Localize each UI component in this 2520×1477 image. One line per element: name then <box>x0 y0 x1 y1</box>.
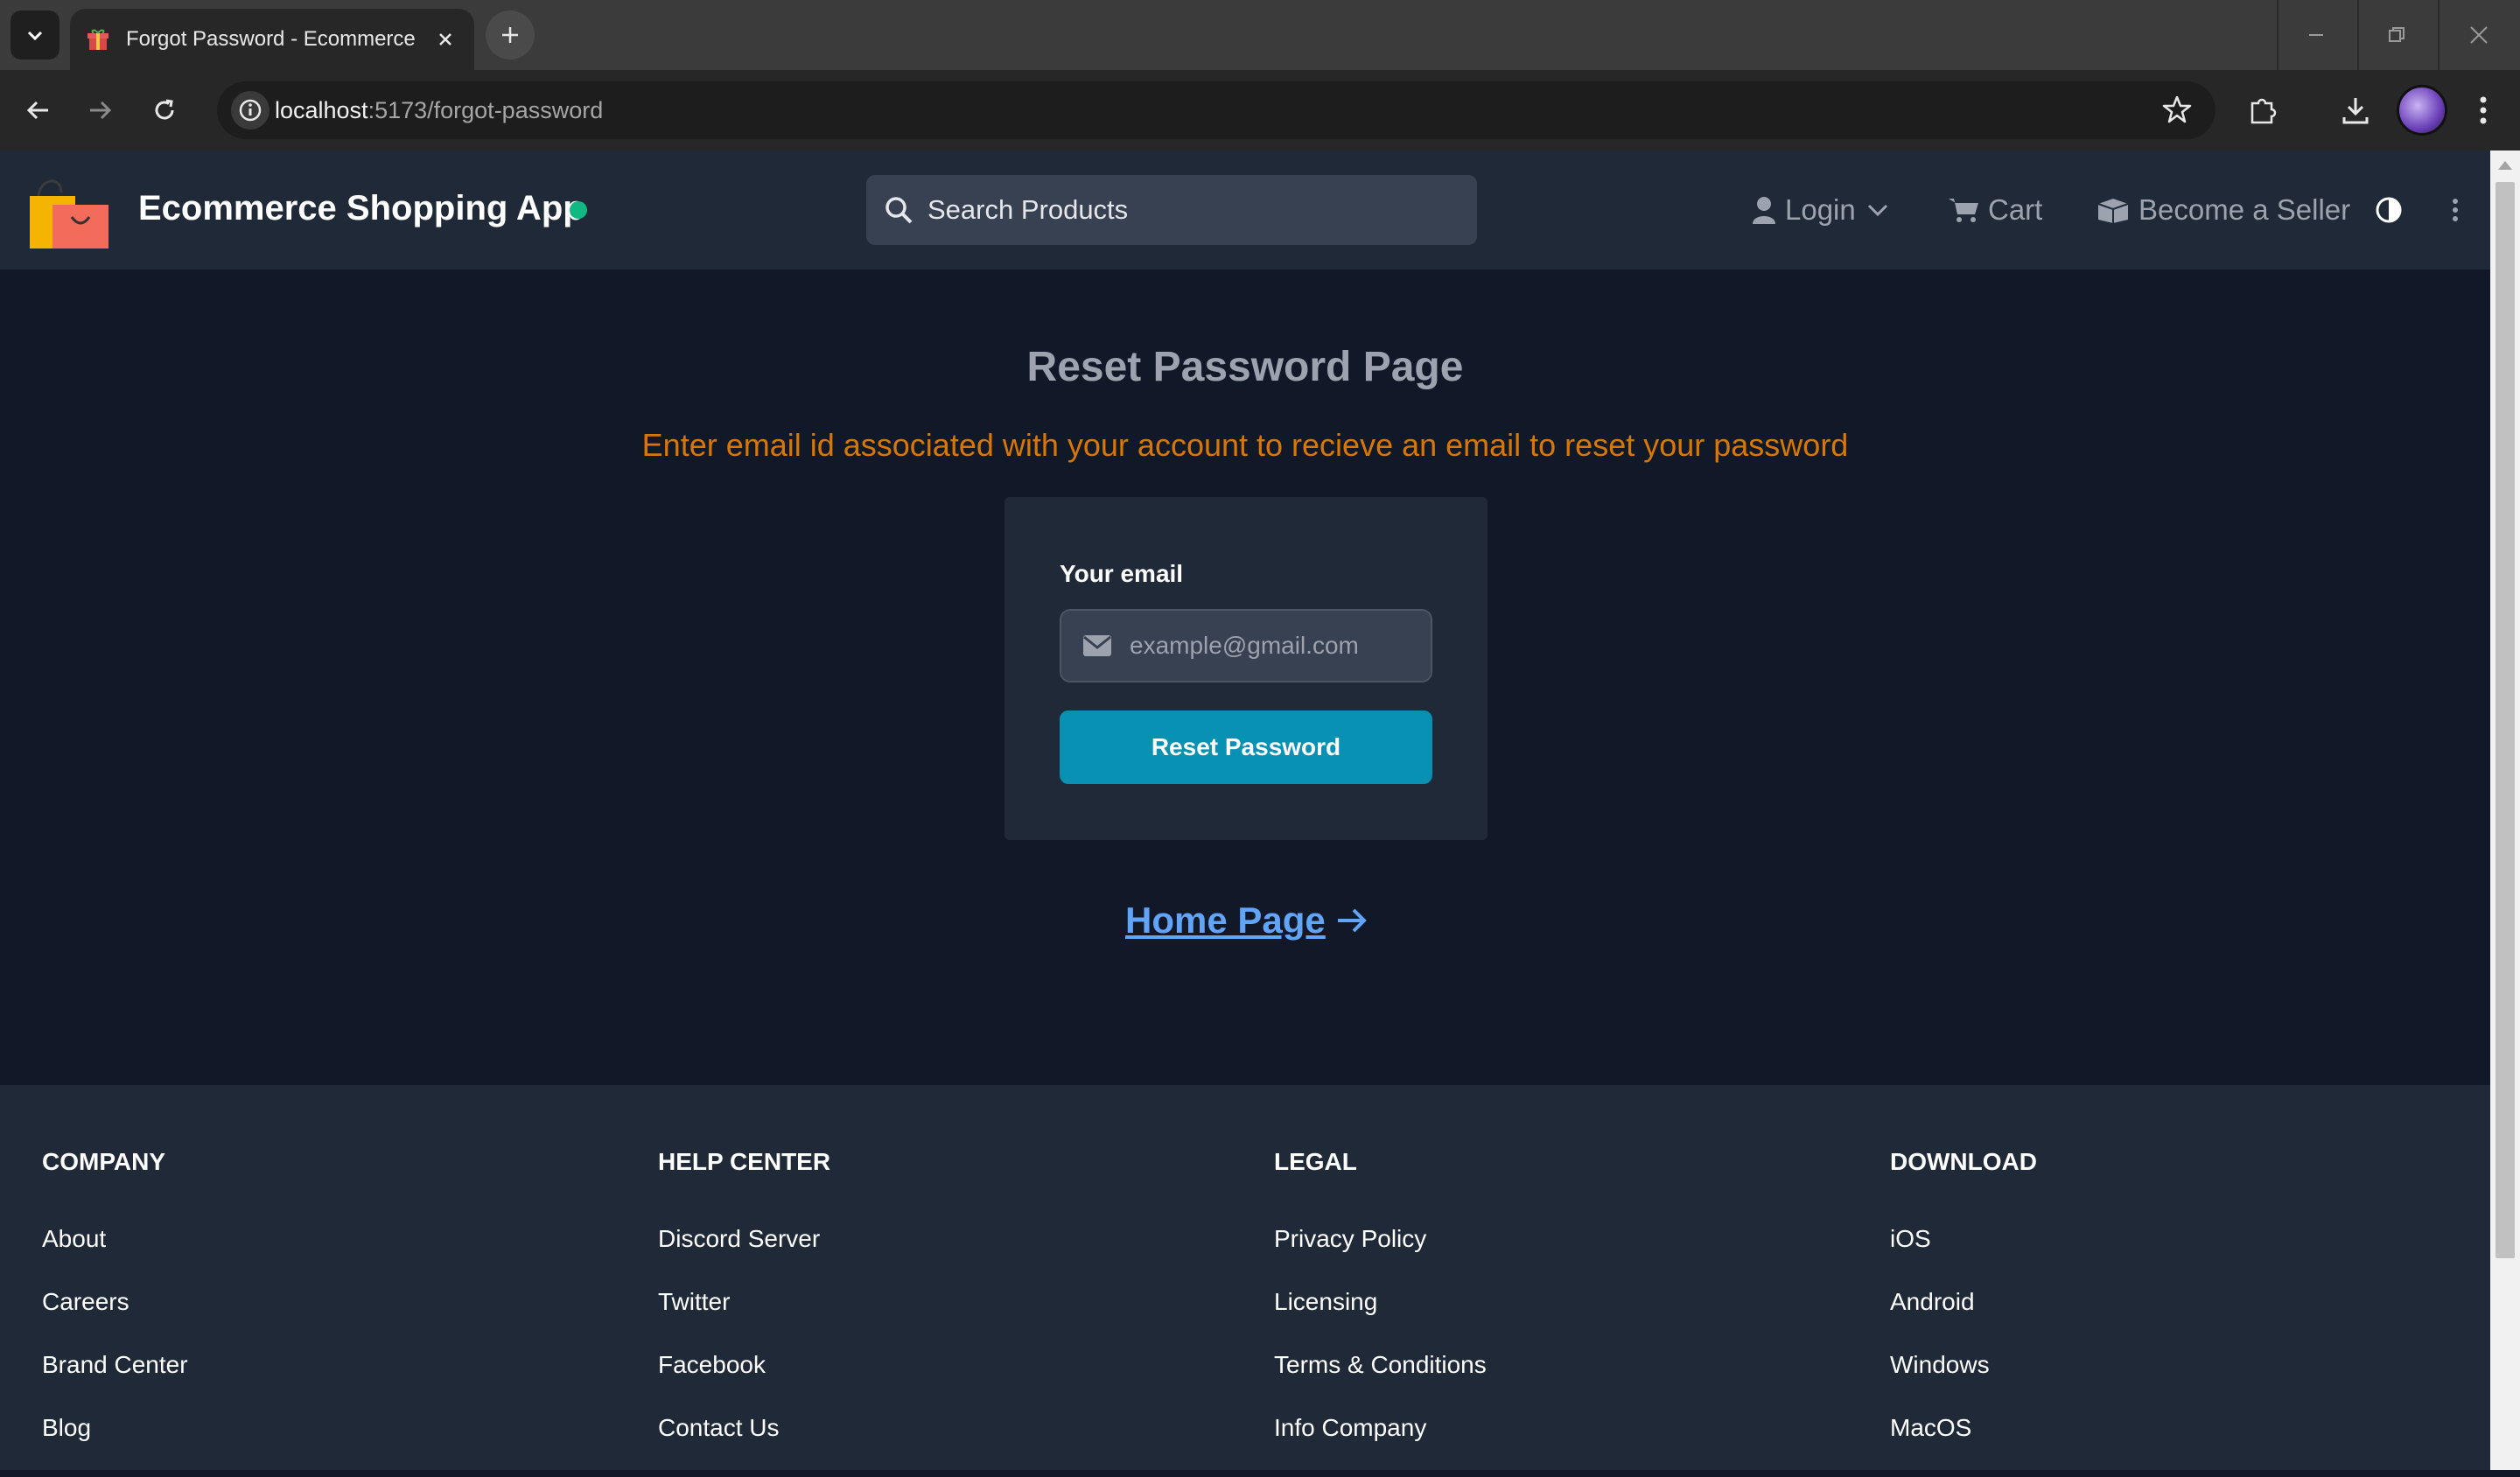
contrast-icon <box>2376 197 2402 223</box>
kebab-menu-icon <box>2453 199 2458 221</box>
kebab-menu-icon <box>2480 96 2487 124</box>
search-placeholder: Search Products <box>928 194 1129 225</box>
browser-tab-strip: Forgot Password - Ecommerce Shopping App <box>0 0 2520 70</box>
address-bar[interactable]: localhost:5173/forgot-password <box>217 81 2216 139</box>
footer-link-facebook[interactable]: Facebook <box>658 1351 830 1414</box>
email-input[interactable] <box>1130 632 1418 660</box>
shopping-bag-logo-icon[interactable] <box>26 170 112 250</box>
footer-column-company: Company About Careers Brand Center Blog <box>42 1148 188 1477</box>
close-icon <box>2470 26 2488 44</box>
footer-link-careers[interactable]: Careers <box>42 1288 188 1351</box>
tab-title: Forgot Password - Ecommerce Shopping App <box>126 27 415 51</box>
footer-link-blog[interactable]: Blog <box>42 1414 188 1477</box>
seller-label: Become a Seller <box>2138 193 2351 226</box>
footer-column-title: Download <box>1890 1148 2037 1175</box>
chevron-down-icon <box>1867 204 1887 217</box>
forward-button[interactable] <box>75 86 124 135</box>
box-icon <box>2097 199 2129 223</box>
gift-favicon-icon <box>88 29 108 50</box>
arrow-right-icon <box>90 101 112 120</box>
puzzle-icon <box>2250 98 2277 124</box>
chevron-down-icon <box>27 31 43 41</box>
page-scrollbar[interactable] <box>2490 150 2520 1470</box>
arrow-left-icon <box>26 101 48 120</box>
footer-link-brand-center[interactable]: Brand Center <box>42 1351 188 1414</box>
more-options-button[interactable] <box>2452 186 2468 234</box>
login-label: Login <box>1785 193 1856 226</box>
cart-label: Cart <box>1988 193 2043 226</box>
url-host: localhost <box>275 96 368 123</box>
download-icon <box>2342 98 2369 124</box>
minimize-window-button[interactable] <box>2277 0 2356 70</box>
footer-column-title: Company <box>42 1148 166 1175</box>
profile-avatar[interactable] <box>2397 85 2447 136</box>
footer-column-legal: Legal Privacy Policy Licensing Terms & C… <box>1274 1148 1487 1477</box>
home-link-label: Home Page <box>1125 900 1326 941</box>
minimize-icon <box>2309 34 2323 36</box>
restore-icon <box>2389 27 2404 42</box>
page-title: Reset Password Page <box>1026 344 1464 390</box>
search-products-bar[interactable]: Search Products <box>866 175 1477 245</box>
scrollbar-thumb[interactable] <box>2496 182 2515 1258</box>
browser-menu-button[interactable] <box>2459 86 2508 135</box>
footer-link-about[interactable]: About <box>42 1225 188 1288</box>
brand-title[interactable]: Ecommerce Shopping App <box>138 189 584 228</box>
footer-link-terms[interactable]: Terms & Conditions <box>1274 1351 1487 1414</box>
reset-password-form: Your email Reset Password <box>1004 497 1488 840</box>
search-icon <box>886 197 913 224</box>
login-dropdown[interactable]: Login <box>1752 186 1900 234</box>
footer-link-android[interactable]: Android <box>1890 1288 2037 1351</box>
tab-search-button[interactable] <box>10 10 60 60</box>
footer-link-ios[interactable]: iOS <box>1890 1225 2037 1288</box>
reload-button[interactable] <box>140 86 189 135</box>
new-tab-button[interactable] <box>486 10 535 60</box>
downloads-button[interactable] <box>2331 86 2380 135</box>
envelope-icon <box>1083 635 1111 656</box>
footer-link-licensing[interactable]: Licensing <box>1274 1288 1487 1351</box>
footer-column-title: Help center <box>658 1148 831 1175</box>
footer-link-privacy-policy[interactable]: Privacy Policy <box>1274 1225 1487 1288</box>
bookmark-star-icon[interactable] <box>2161 94 2193 130</box>
tab-close-icon[interactable] <box>430 24 460 54</box>
scroll-up-arrow-icon[interactable] <box>2498 161 2512 170</box>
theme-toggle[interactable] <box>2375 186 2412 234</box>
app-navbar: Ecommerce Shopping App Search Products L… <box>0 150 2490 270</box>
online-status-dot <box>570 201 587 219</box>
footer-column-title: Legal <box>1274 1148 1357 1175</box>
user-icon <box>1753 197 1775 224</box>
close-window-button[interactable] <box>2440 0 2518 70</box>
footer-column-help-center: Help center Discord Server Twitter Faceb… <box>658 1148 830 1477</box>
reload-icon <box>155 99 174 120</box>
plus-icon <box>502 27 518 43</box>
email-label: Your email <box>1060 560 1184 587</box>
footer-link-info-company[interactable]: Info Company <box>1274 1414 1487 1477</box>
browser-toolbar: localhost:5173/forgot-password <box>0 70 2520 150</box>
arrow-right-icon <box>1337 908 1367 933</box>
extensions-button[interactable] <box>2238 86 2287 135</box>
page-subtitle: Enter email id associated with your acco… <box>641 427 1849 463</box>
site-info-icon[interactable] <box>231 91 270 130</box>
cart-icon <box>1949 199 1978 222</box>
restore-window-button[interactable] <box>2357 0 2436 70</box>
cart-link[interactable]: Cart <box>1948 186 2042 234</box>
footer-link-macos[interactable]: MacOS <box>1890 1414 2037 1477</box>
footer-link-twitter[interactable]: Twitter <box>658 1288 830 1351</box>
footer-link-discord[interactable]: Discord Server <box>658 1225 830 1288</box>
footer-link-contact-us[interactable]: Contact Us <box>658 1414 830 1477</box>
become-seller-link[interactable]: Become a Seller <box>2096 186 2350 234</box>
footer-column-download: Download iOS Android Windows MacOS <box>1890 1148 2037 1477</box>
reset-password-button[interactable]: Reset Password <box>1060 710 1432 784</box>
site-footer: Company About Careers Brand Center Blog … <box>0 1085 2490 1470</box>
main-content: Reset Password Page Enter email id assoc… <box>0 270 2490 1085</box>
home-page-link[interactable]: Home Page <box>1125 900 1369 942</box>
browser-tab-active[interactable]: Forgot Password - Ecommerce Shopping App <box>70 9 474 70</box>
email-field[interactable] <box>1060 609 1432 682</box>
footer-link-windows[interactable]: Windows <box>1890 1351 2037 1414</box>
back-button[interactable] <box>14 86 63 135</box>
url-path: :5173/forgot-password <box>368 96 604 123</box>
